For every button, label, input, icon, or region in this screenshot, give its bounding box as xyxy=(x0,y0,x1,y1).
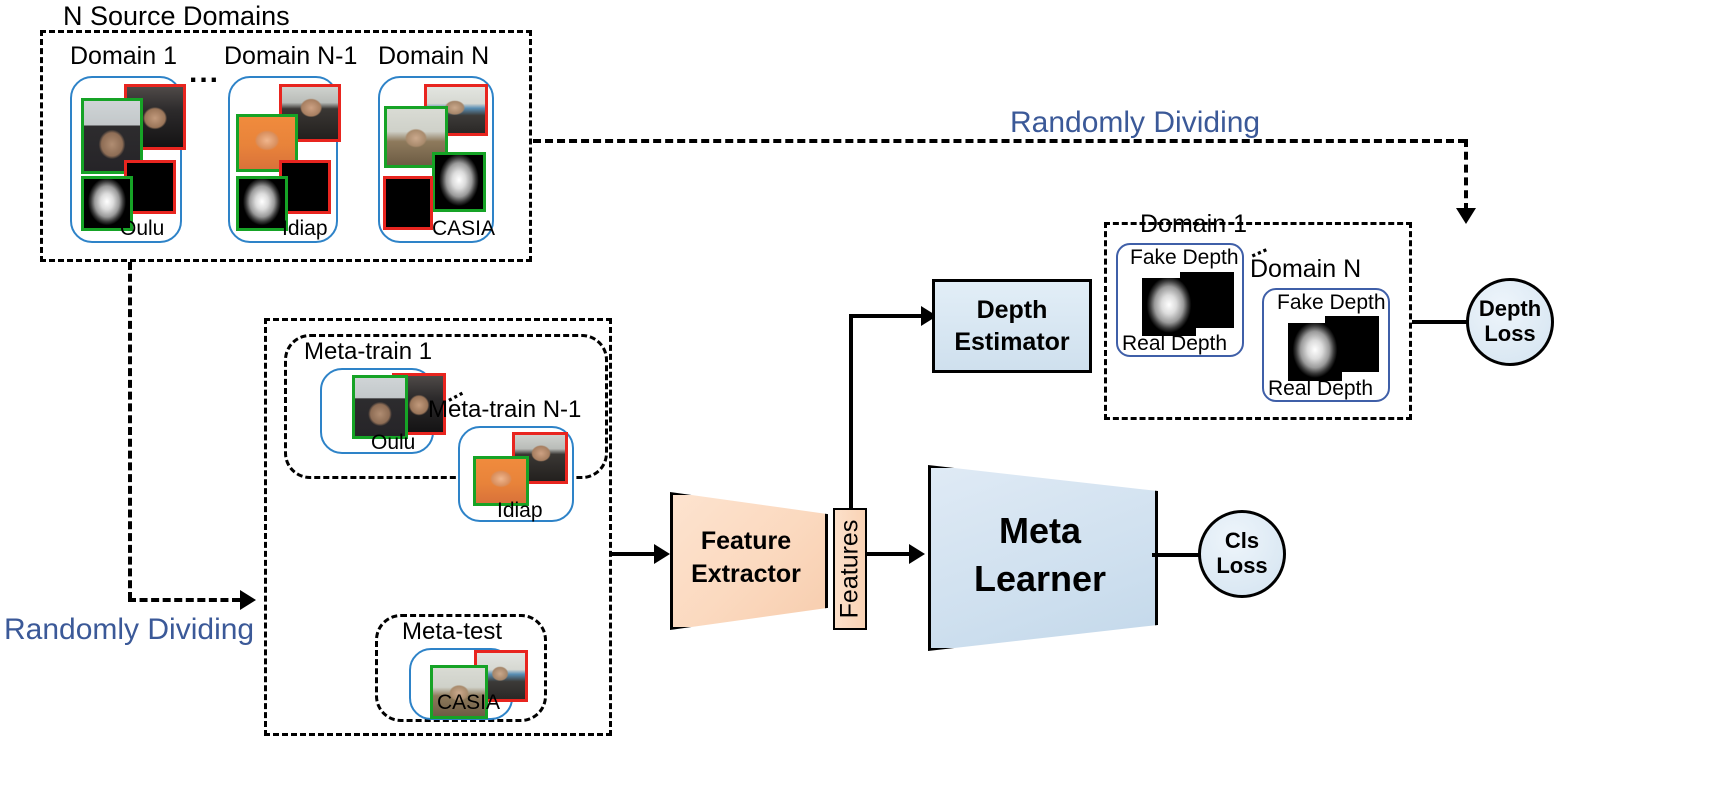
meta-test-title: Meta-test xyxy=(402,618,503,645)
depth-domain-1-title: Domain 1 xyxy=(1140,210,1247,238)
meta-train-1-real-photo xyxy=(352,375,408,439)
meta-train-n1-dataset: Idiap xyxy=(497,499,543,522)
depth-loss-line2: Loss xyxy=(1484,321,1536,346)
meta-to-extractor-line xyxy=(612,552,654,556)
randomly-dividing-top-drop xyxy=(1464,139,1468,211)
depth-domain-1-real-label: Real Depth xyxy=(1122,332,1228,355)
source-domain-3-title: Domain N xyxy=(378,42,490,70)
features-branch-vline xyxy=(849,314,853,510)
depth-domain-n-real-label: Real Depth xyxy=(1268,377,1374,400)
randomly-dividing-top-label: Randomly Dividing xyxy=(1010,106,1261,139)
depth-estimator-line2: Estimator xyxy=(954,327,1070,356)
depth-domain-1-fake-label: Fake Depth xyxy=(1130,246,1239,269)
meta-train-1-dataset: Oulu xyxy=(371,431,416,454)
source-domain-3-dataset: CASIA xyxy=(432,217,496,240)
depth-estimator-line1: Depth xyxy=(976,295,1048,324)
cls-loss-line1: Cls xyxy=(1224,528,1260,554)
depth-domain-1-real-map xyxy=(1142,278,1196,336)
source-domain-2-real-depth xyxy=(236,176,288,231)
randomly-dividing-top-line xyxy=(533,139,1466,143)
randomly-dividing-top-arrowhead xyxy=(1456,208,1476,224)
meta-train-1-title: Meta-train 1 xyxy=(304,338,433,365)
depth-domain-n-title: Domain N xyxy=(1250,255,1362,283)
features-bar-label: Features xyxy=(835,519,864,619)
depth-domain-n-real-map xyxy=(1288,323,1342,381)
meta-learner-block[interactable]: Meta Learner xyxy=(928,465,1158,651)
cls-loss-line2: Loss xyxy=(1216,553,1268,578)
source-domain-3-real-depth xyxy=(432,152,486,212)
depth-loss-line1: Depth xyxy=(1478,296,1542,322)
randomly-dividing-left-vline xyxy=(128,262,132,600)
features-branch-hline xyxy=(849,314,925,318)
depth-estimator-block[interactable]: Depth Estimator xyxy=(932,279,1092,373)
source-domain-1-title: Domain 1 xyxy=(70,42,177,70)
randomly-dividing-left-hline xyxy=(128,598,240,602)
meta-to-extractor-arrowhead xyxy=(654,544,670,564)
feature-extractor-block[interactable]: Feature Extractor xyxy=(670,492,828,630)
features-to-learner-arrowhead xyxy=(909,544,925,564)
meta-test-dataset: CASIA xyxy=(437,691,501,714)
source-domain-3-fake-depth xyxy=(383,176,433,230)
source-domains-ellipsis: ... xyxy=(189,56,221,89)
features-to-learner-line xyxy=(867,552,909,556)
depth-domain-n-fake-label: Fake Depth xyxy=(1277,291,1386,314)
depth-loss-line xyxy=(1412,320,1468,324)
randomly-dividing-left-label: Randomly Dividing xyxy=(4,613,255,646)
source-panel-title: N Source Domains xyxy=(63,1,290,31)
randomly-dividing-left-arrowhead xyxy=(240,590,256,610)
source-domain-1-dataset: Oulu xyxy=(120,217,165,240)
cls-loss-node[interactable]: Cls Loss xyxy=(1198,510,1286,598)
meta-train-n1-title: Meta-train N-1 xyxy=(428,396,582,423)
source-domain-2-title: Domain N-1 xyxy=(224,42,358,70)
source-domain-2-dataset: Idiap xyxy=(282,217,328,240)
features-bar[interactable]: Features xyxy=(833,508,867,630)
depth-loss-node[interactable]: Depth Loss xyxy=(1466,278,1554,366)
